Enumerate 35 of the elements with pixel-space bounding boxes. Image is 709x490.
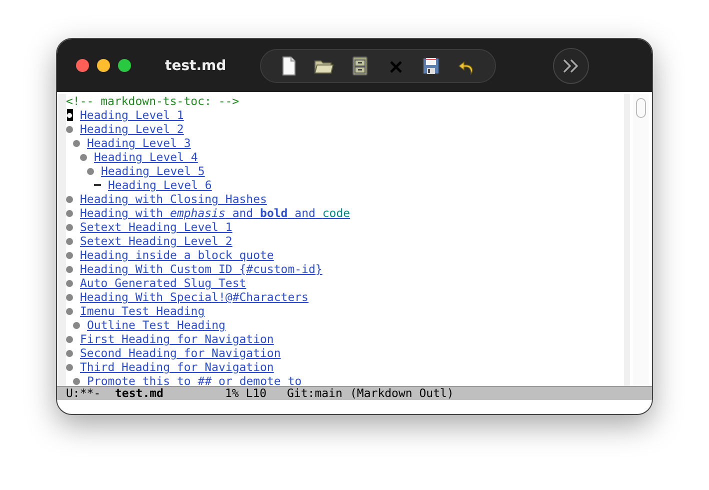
minimize-button[interactable] xyxy=(97,59,110,72)
heading-link[interactable]: Outline Test Heading xyxy=(87,318,226,332)
heading-link[interactable]: Heading Level 4 xyxy=(94,150,198,164)
buffer-name: test.md xyxy=(115,387,164,400)
heading-link[interactable]: Setext Heading Level 2 xyxy=(80,234,232,248)
heading-link[interactable]: Heading Level 6 xyxy=(108,178,212,192)
heading-link[interactable]: Heading Level 1 xyxy=(80,108,184,122)
heading-link[interactable]: Heading Level 3 xyxy=(87,136,191,150)
modified-indicator: U:**- xyxy=(66,387,102,400)
close-button[interactable] xyxy=(76,59,89,72)
heading-link[interactable]: Imenu Test Heading xyxy=(80,304,205,318)
major-mode: (Markdown Outl) xyxy=(350,387,454,400)
overflow-button[interactable] xyxy=(553,48,589,84)
scroll-thumb[interactable] xyxy=(636,98,646,118)
chevrons-icon xyxy=(561,58,581,74)
scrollbar[interactable] xyxy=(633,94,649,386)
heading-link[interactable]: Heading with emphasis and bold and code xyxy=(80,206,350,220)
zoom-button[interactable] xyxy=(118,59,131,72)
heading-link[interactable]: Heading With Custom ID {#custom-id} xyxy=(80,262,322,276)
heading-link[interactable]: Setext Heading Level 1 xyxy=(80,220,232,234)
heading-link[interactable]: Promote this to ## or demote to xyxy=(87,374,302,388)
heading-link[interactable]: Third Heading for Navigation xyxy=(80,360,274,374)
git-branch: Git:main xyxy=(287,387,344,400)
heading-link[interactable]: Heading Level 5 xyxy=(101,164,205,178)
heading-link[interactable]: Heading with Closing Hashes xyxy=(80,192,267,206)
heading-link[interactable]: Heading Level 2 xyxy=(80,122,184,136)
heading-link[interactable]: First Heading for Navigation xyxy=(80,332,274,346)
heading-link[interactable]: Second Heading for Navigation xyxy=(80,346,281,360)
heading-link[interactable]: Heading inside a block quote xyxy=(80,248,274,262)
line-position: 1% L10 xyxy=(225,387,268,400)
window-title: test.md xyxy=(165,58,228,74)
file-cabinet-icon xyxy=(350,56,370,76)
toc-comment: <!-- markdown-ts-toc: --> xyxy=(66,94,240,108)
heading-link[interactable]: Heading With Special!@#Characters xyxy=(80,290,308,304)
heading-link[interactable]: Auto Generated Slug Test xyxy=(80,276,246,290)
